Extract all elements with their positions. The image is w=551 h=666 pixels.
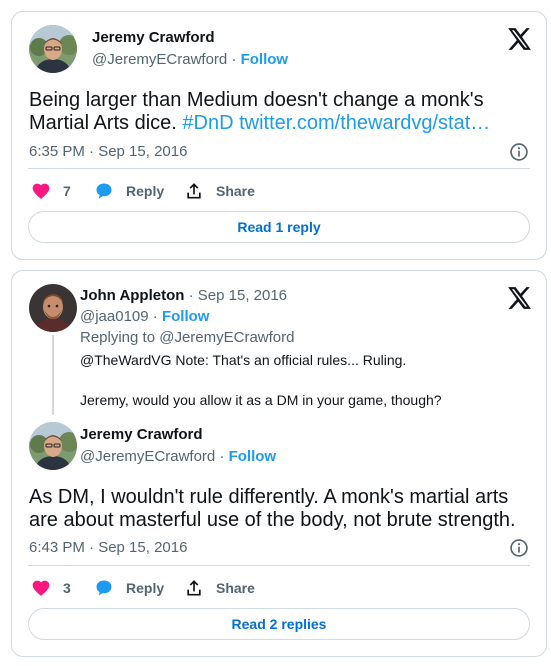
share-button[interactable]: Share <box>184 181 255 201</box>
tweet-card-1: Jeremy Crawford @JeremyECrawford · Follo… <box>11 11 547 260</box>
quoted-author-name[interactable]: John Appleton <box>80 287 184 304</box>
quoted-handle-line: @jaa0109 · Follow <box>80 308 209 325</box>
share-label: Share <box>216 183 255 199</box>
like-count: 3 <box>63 580 71 596</box>
follow-button[interactable]: Follow <box>162 308 210 325</box>
separator: · <box>152 308 158 325</box>
quoted-text-line-2: Jeremy, would you allow it as a DM in yo… <box>80 392 442 408</box>
quoted-text-line-1: @TheWardVG Note: That's an official rule… <box>80 352 407 368</box>
x-logo-icon[interactable] <box>506 285 532 311</box>
separator: · <box>231 51 237 68</box>
divider <box>28 565 530 566</box>
handle-line: @JeremyECrawford · Follow <box>80 448 276 465</box>
x-logo-icon[interactable] <box>506 26 532 52</box>
heart-icon <box>32 183 50 199</box>
heart-icon <box>32 580 50 596</box>
avatar[interactable] <box>29 284 77 332</box>
info-icon[interactable] <box>509 142 529 162</box>
timestamp[interactable]: 6:35 PM · Sep 15, 2016 <box>29 143 187 160</box>
reply-label: Reply <box>126 183 165 199</box>
share-icon <box>187 580 201 596</box>
info-icon[interactable] <box>509 538 529 558</box>
read-replies-button[interactable]: Read 2 replies <box>28 608 530 640</box>
like-button[interactable]: 7 <box>31 181 71 201</box>
quoted-author-line: John Appleton · Sep 15, 2016 <box>80 287 287 304</box>
handle-line: @JeremyECrawford · Follow <box>92 51 288 68</box>
separator: · <box>219 448 225 465</box>
author-name[interactable]: Jeremy Crawford <box>92 29 215 46</box>
tweet-text-plain: Martial Arts dice. <box>29 112 183 134</box>
speech-bubble-icon <box>96 580 112 596</box>
tweet-text-line-2: Martial Arts dice. #DnD twitter.com/thew… <box>29 110 490 137</box>
like-count: 7 <box>63 183 71 199</box>
url-link[interactable]: twitter.com/thewardvg/stat… <box>239 112 490 134</box>
quoted-author-handle[interactable]: @jaa0109 <box>80 308 149 325</box>
tweet-text-line-2: are about masterful use of the body, not… <box>29 509 516 531</box>
avatar[interactable] <box>29 25 77 73</box>
thread-connector <box>52 335 54 415</box>
avatar-jeremy-image <box>29 422 77 470</box>
reply-label: Reply <box>126 580 165 596</box>
follow-button[interactable]: Follow <box>241 51 289 68</box>
reply-button[interactable]: Reply <box>94 181 164 201</box>
share-button[interactable]: Share <box>184 578 255 598</box>
like-button[interactable]: 3 <box>31 578 71 598</box>
timestamp[interactable]: 6:43 PM · Sep 15, 2016 <box>29 539 187 556</box>
share-label: Share <box>216 580 255 596</box>
author-name[interactable]: Jeremy Crawford <box>80 426 203 443</box>
reply-button[interactable]: Reply <box>94 578 164 598</box>
avatar-john-image <box>29 284 77 332</box>
avatar[interactable] <box>29 422 77 470</box>
quoted-date[interactable]: Sep 15, 2016 <box>198 287 287 304</box>
hashtag-link[interactable]: #DnD <box>182 112 233 134</box>
author-handle[interactable]: @JeremyECrawford <box>92 51 227 68</box>
divider <box>28 168 530 169</box>
replying-to[interactable]: Replying to @JeremyECrawford <box>80 329 294 346</box>
follow-button[interactable]: Follow <box>229 448 277 465</box>
share-icon <box>187 183 201 199</box>
avatar-jeremy-image <box>29 25 77 73</box>
author-handle[interactable]: @JeremyECrawford <box>80 448 215 465</box>
tweet-card-2: John Appleton · Sep 15, 2016 @jaa0109 · … <box>11 270 547 657</box>
read-replies-button[interactable]: Read 1 reply <box>28 211 530 243</box>
speech-bubble-icon <box>96 183 112 199</box>
separator: · <box>188 287 194 304</box>
